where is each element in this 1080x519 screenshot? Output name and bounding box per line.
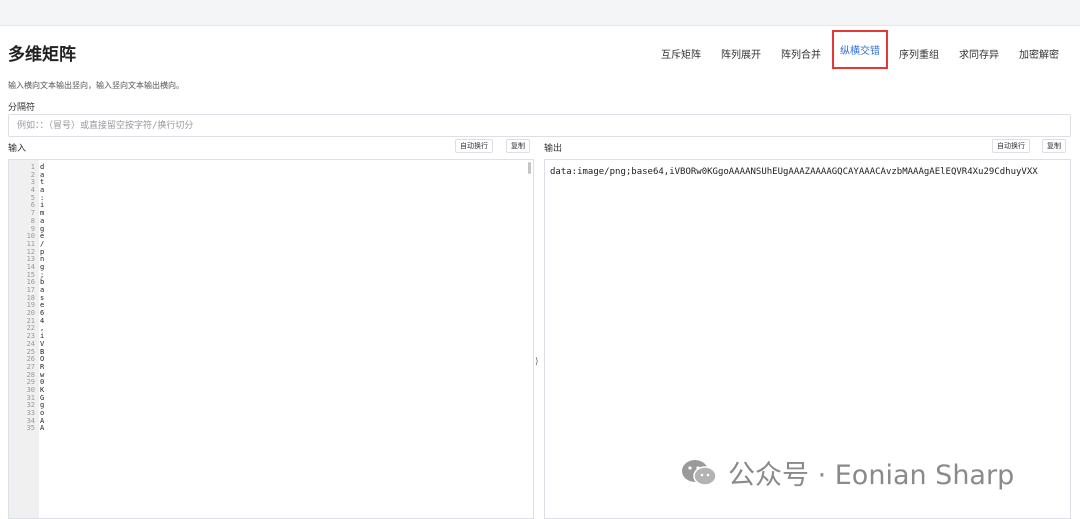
tab-crisscross[interactable]: 纵横交错	[832, 30, 888, 69]
editor-line: 15;	[9, 271, 533, 280]
wechat-icon	[680, 458, 720, 488]
editor-line: 24 V	[9, 340, 533, 349]
tool-tabs: 互斥矩阵 阵列展开 阵列合并 纵横交错 序列重组 求同存异 加密解密	[650, 30, 1068, 69]
editor-line: 21 4	[9, 317, 533, 326]
editor-line: 17 a	[9, 286, 533, 295]
separator-input[interactable]	[8, 114, 1071, 137]
pane-splitter-icon[interactable]: ⟩	[535, 357, 539, 367]
editor-line: 22,	[9, 325, 533, 333]
tab-sequence-regroup[interactable]: 序列重组	[890, 43, 948, 69]
editor-line: 30 K	[9, 386, 533, 395]
output-label: 输出	[544, 144, 563, 154]
separator-label: 分隔符	[8, 103, 36, 113]
tab-array-merge[interactable]: 阵列合并	[772, 43, 830, 69]
editor-line: 9g	[9, 225, 533, 234]
editor-line: 10 e	[9, 232, 533, 241]
tab-encrypt-decrypt[interactable]: 加密解密	[1010, 43, 1068, 69]
tab-find-common[interactable]: 求同存异	[950, 43, 1008, 69]
top-bar	[0, 0, 1080, 26]
editor-line: 25 B	[9, 348, 533, 357]
editor-line: 12 p	[9, 248, 533, 257]
editor-line: 11/	[9, 240, 533, 249]
editor-line: 8a	[9, 217, 533, 226]
watermark: 公众号 · Eonian Sharp	[680, 453, 1014, 492]
editor-line: 23 i	[9, 332, 533, 341]
tab-array-expand[interactable]: 阵列展开	[712, 43, 770, 69]
editor-line: 7m	[9, 209, 533, 218]
editor-line: 2a	[9, 171, 533, 180]
line-number: 35	[26, 424, 35, 433]
editor-line: 6i	[9, 202, 533, 210]
editor-line: 29 0	[9, 379, 533, 387]
output-text: data:image/png;base64,iVBORw0KGgoAAAANSU…	[550, 167, 1038, 177]
editor-line: 1d	[9, 163, 533, 172]
watermark-text: 公众号 · Eonian Sharp	[728, 460, 1015, 491]
editor-line: 26 O	[9, 355, 533, 364]
editor-line: 19 e	[9, 302, 533, 310]
editor-line: 32 g	[9, 402, 533, 410]
editor-line: 14 g	[9, 263, 533, 272]
editor-line: 35 A	[9, 425, 533, 433]
editor-line: 4a	[9, 186, 533, 195]
editor-line: 5:	[9, 194, 533, 203]
output-copy-button[interactable]: 复制	[1042, 139, 1066, 153]
editor-line: 20 6	[9, 309, 533, 318]
editor-line: 33 o	[9, 409, 533, 418]
input-copy-button[interactable]: 复制	[506, 139, 530, 153]
line-content: A	[40, 424, 45, 433]
editor-line: 16 b	[9, 279, 533, 287]
editor-line: 27 R	[9, 363, 533, 372]
editor-line: 13 n	[9, 256, 533, 264]
page-title: 多维矩阵	[8, 45, 76, 65]
input-label: 输入	[8, 144, 27, 154]
input-scrollbar[interactable]	[528, 162, 531, 174]
editor-line: 28 w	[9, 371, 533, 380]
tab-mutex-matrix[interactable]: 互斥矩阵	[652, 43, 710, 69]
output-wrap-button[interactable]: 自动换行	[992, 139, 1030, 153]
hint-text: 输入横向文本输出竖向，输入竖向文本输出横向。	[8, 81, 184, 90]
editor-line: 3t	[9, 179, 533, 187]
editor-line: 31 G	[9, 394, 533, 403]
input-lines: 1 d 2 a 3 t 4 a 5:6 i 7 m 8 a 9 g 10 e 11/12 p 13 n 14 g 15; 16 b 1…	[9, 163, 533, 433]
input-wrap-button[interactable]: 自动换行	[455, 139, 493, 153]
input-editor[interactable]: 1 d 2 a 3 t 4 a 5:6 i 7 m 8 a 9 g 10 e 11/12 p 13 n 14 g 15; 16 b 1…	[8, 159, 534, 519]
editor-line: 18 s	[9, 294, 533, 303]
editor-line: 34 A	[9, 417, 533, 426]
